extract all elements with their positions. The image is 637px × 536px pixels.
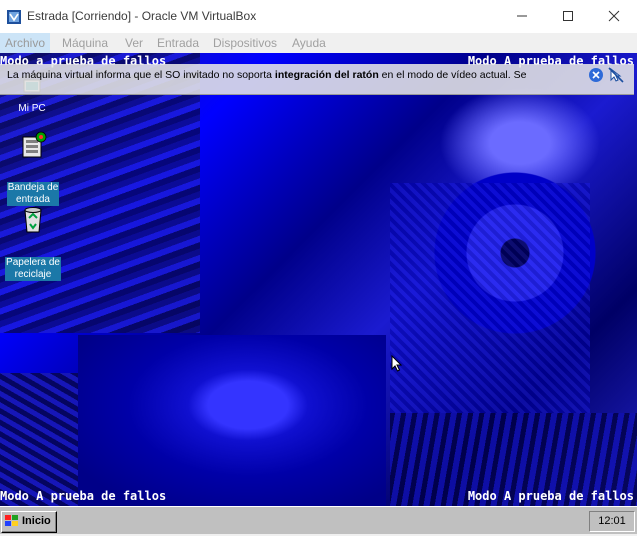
windows-logo-icon [5, 515, 18, 526]
virtualbox-icon [6, 9, 22, 25]
desktop-icon-label: Papelera de reciclaje [5, 257, 61, 281]
menu-maquina[interactable]: Máquina [62, 36, 108, 50]
inbox-icon [22, 131, 47, 158]
desktop-icon-bandeja[interactable]: Bandeja de entrada [1, 129, 65, 207]
mouse-integration-toggle[interactable] [607, 67, 625, 83]
minimize-button[interactable] [499, 0, 545, 33]
start-button[interactable]: Inicio [1, 511, 57, 533]
notification-text: La máquina virtual informa que el SO inv… [7, 69, 526, 81]
mouse-integration-notification: La máquina virtual informa que el SO inv… [0, 64, 634, 95]
wallpaper-tile [78, 335, 386, 506]
start-label: Inicio [22, 515, 51, 527]
menu-ayuda[interactable]: Ayuda [292, 36, 326, 50]
window-title: Estrada [Corriendo] - Oracle VM VirtualB… [27, 9, 257, 23]
safe-mode-label: Modo A prueba de fallos [467, 489, 634, 503]
maximize-icon [563, 11, 573, 21]
mouse-disabled-icon [608, 67, 624, 83]
close-icon [592, 71, 600, 79]
notification-text-part: La máquina virtual informa que el SO inv… [7, 69, 275, 81]
cursor-arrow-icon [391, 354, 403, 372]
wallpaper-tile [0, 373, 78, 506]
label-line: reciclaje [14, 269, 52, 280]
taskbar-clock[interactable]: 12:01 [589, 511, 635, 532]
guest-screen[interactable]: Modo a prueba de fallos Modo A prueba de… [0, 53, 637, 506]
notification-close-button[interactable] [589, 68, 603, 82]
maximize-button[interactable] [545, 0, 591, 33]
close-icon [608, 10, 620, 22]
safe-mode-label: Modo A prueba de fallos [0, 489, 167, 503]
label-line: Papelera de [6, 257, 60, 268]
guest-taskbar: Inicio 12:01 [0, 506, 637, 535]
notification-text-part: en el modo de vídeo actual. Se [378, 69, 527, 81]
minimize-icon [517, 15, 527, 17]
recycle-bin-icon [24, 207, 42, 233]
menu-entrada[interactable]: Entrada [157, 36, 199, 50]
menu-archivo[interactable]: Archivo [0, 33, 51, 53]
mouse-cursor [391, 354, 403, 378]
close-button[interactable] [591, 0, 637, 33]
desktop-icon-papelera[interactable]: Papelera de reciclaje [1, 204, 65, 282]
menu-dispositivos[interactable]: Dispositivos [213, 36, 277, 50]
desktop-icon-label: Mi PC [18, 103, 46, 114]
label-line: Bandeja de [7, 182, 59, 193]
menu-ver[interactable]: Ver [125, 36, 143, 50]
desktop-icon-label: Bandeja de entrada [6, 182, 60, 206]
menu-bar: Archivo Máquina Ver Entrada Dispositivos… [0, 33, 637, 53]
notification-text-bold: integración del ratón [274, 69, 379, 81]
wallpaper-tile [390, 183, 590, 413]
window-title-bar[interactable]: Estrada [Corriendo] - Oracle VM VirtualB… [0, 0, 637, 33]
